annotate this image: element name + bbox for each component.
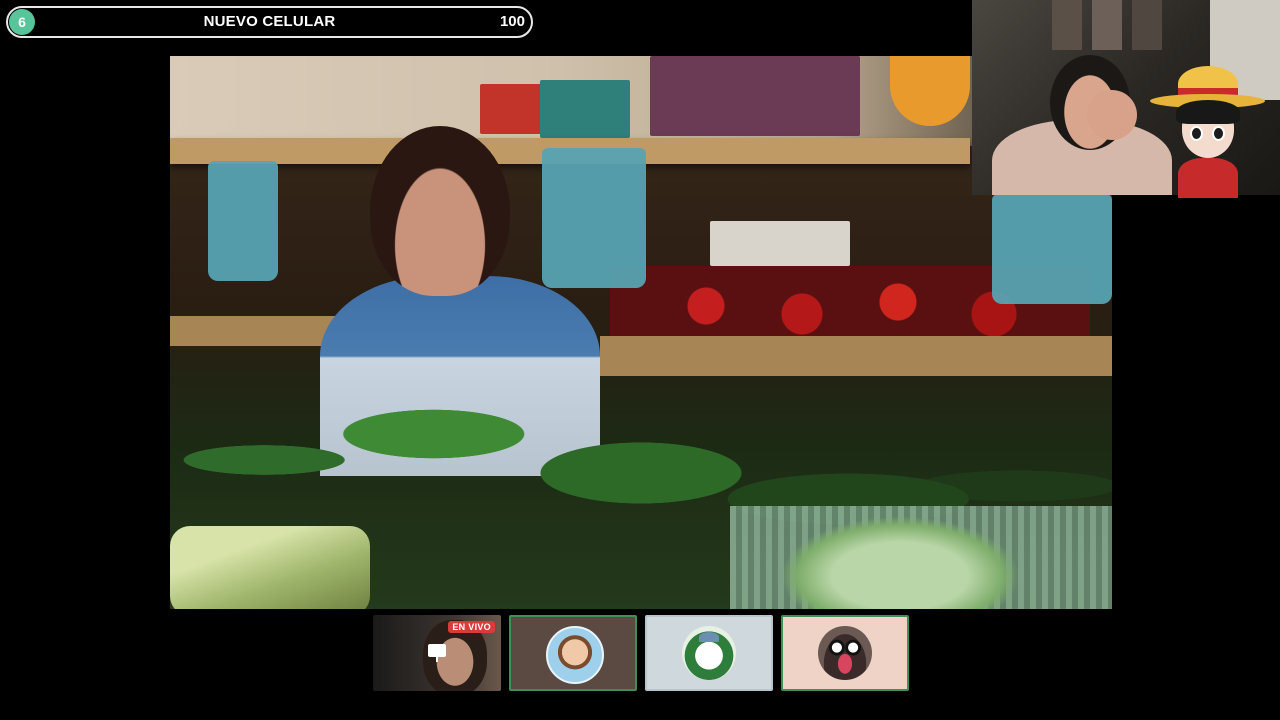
participant-avatar bbox=[546, 626, 604, 684]
goal-bar: 6 NUEVO CELULAR 100 bbox=[6, 6, 533, 38]
participant-avatar bbox=[682, 626, 736, 680]
screen-share-tile[interactable]: EN VIVO bbox=[373, 615, 501, 691]
participant-tile[interactable] bbox=[645, 615, 773, 691]
live-badge: EN VIVO bbox=[448, 621, 495, 633]
video-egg-tray bbox=[710, 221, 850, 266]
vtuber-avatar bbox=[1150, 66, 1265, 198]
avatar-eye-left bbox=[1190, 126, 1203, 141]
video-person-head bbox=[370, 126, 510, 296]
main-video[interactable] bbox=[170, 56, 1112, 609]
webcam-poster bbox=[1092, 0, 1122, 50]
webcam-poster bbox=[1052, 0, 1082, 50]
avatar-hair bbox=[1176, 100, 1240, 124]
participant-tile[interactable] bbox=[509, 615, 637, 691]
video-bag-left bbox=[208, 161, 278, 281]
avatar-eye-right bbox=[1212, 126, 1225, 141]
video-corn bbox=[170, 526, 370, 609]
participant-avatar bbox=[818, 626, 872, 680]
goal-count: 100 bbox=[499, 13, 525, 30]
goal-title: NUEVO CELULAR bbox=[203, 13, 336, 30]
avatar-body bbox=[1178, 158, 1238, 198]
video-bag-center bbox=[542, 148, 646, 288]
video-box-teal bbox=[540, 80, 630, 138]
screen-share-icon bbox=[428, 644, 446, 662]
video-crate-eggs bbox=[650, 56, 860, 136]
webcam-person-hand bbox=[1087, 90, 1137, 140]
video-bag-right bbox=[992, 194, 1112, 304]
participant-tile[interactable] bbox=[781, 615, 909, 691]
webcam-poster bbox=[1132, 0, 1162, 50]
video-wall bbox=[170, 56, 1112, 146]
